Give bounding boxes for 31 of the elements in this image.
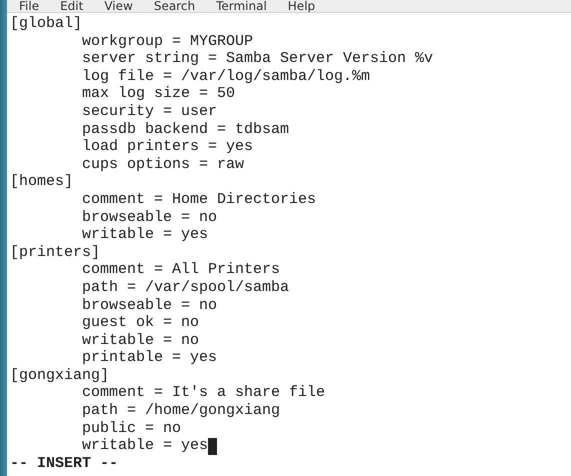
config-line: printable = yes [82, 349, 218, 367]
config-line: path = /home/gongxiang [82, 402, 280, 420]
config-line: browseable = no [82, 208, 218, 226]
section-header: [printers] [10, 244, 100, 262]
mode-indicator: -- INSERT -- [10, 454, 118, 472]
menu-item[interactable]: File [19, 0, 40, 12]
config-line: comment = All Printers [82, 261, 280, 279]
menu-item[interactable]: Edit [60, 0, 84, 12]
config-line: writable = yes [82, 226, 208, 244]
config-line: max log size = 50 [82, 85, 236, 103]
config-line: security = user [82, 102, 218, 121]
config-line: writable = yes [82, 437, 208, 455]
config-line: comment = It's a share file [82, 384, 326, 402]
section-header: [global] [10, 15, 82, 33]
config-line: public = no [82, 420, 182, 438]
section-header: [gongxiang] [10, 366, 110, 384]
menu-item[interactable]: Terminal [216, 0, 267, 12]
config-line: server string = Samba Server Version %v [82, 50, 434, 68]
menu-item[interactable]: View [104, 0, 133, 12]
config-line: workgroup = MYGROUP [82, 32, 254, 50]
config-line: browseable = no [82, 296, 218, 314]
config-line: log file = /var/log/samba/log.%m [82, 68, 370, 86]
config-line: comment = Home Directories [82, 190, 316, 209]
config-line: cups options = raw [82, 156, 244, 174]
section-header: [homes] [10, 173, 74, 191]
config-line: writable = no [82, 332, 200, 350]
config-line: passdb backend = tdbsam [82, 120, 290, 138]
menu-item[interactable]: Search [154, 0, 196, 12]
config-line: load printers = yes [82, 138, 254, 156]
config-line: guest ok = no [82, 314, 200, 332]
config-line: path = /var/spool/samba [82, 278, 290, 296]
